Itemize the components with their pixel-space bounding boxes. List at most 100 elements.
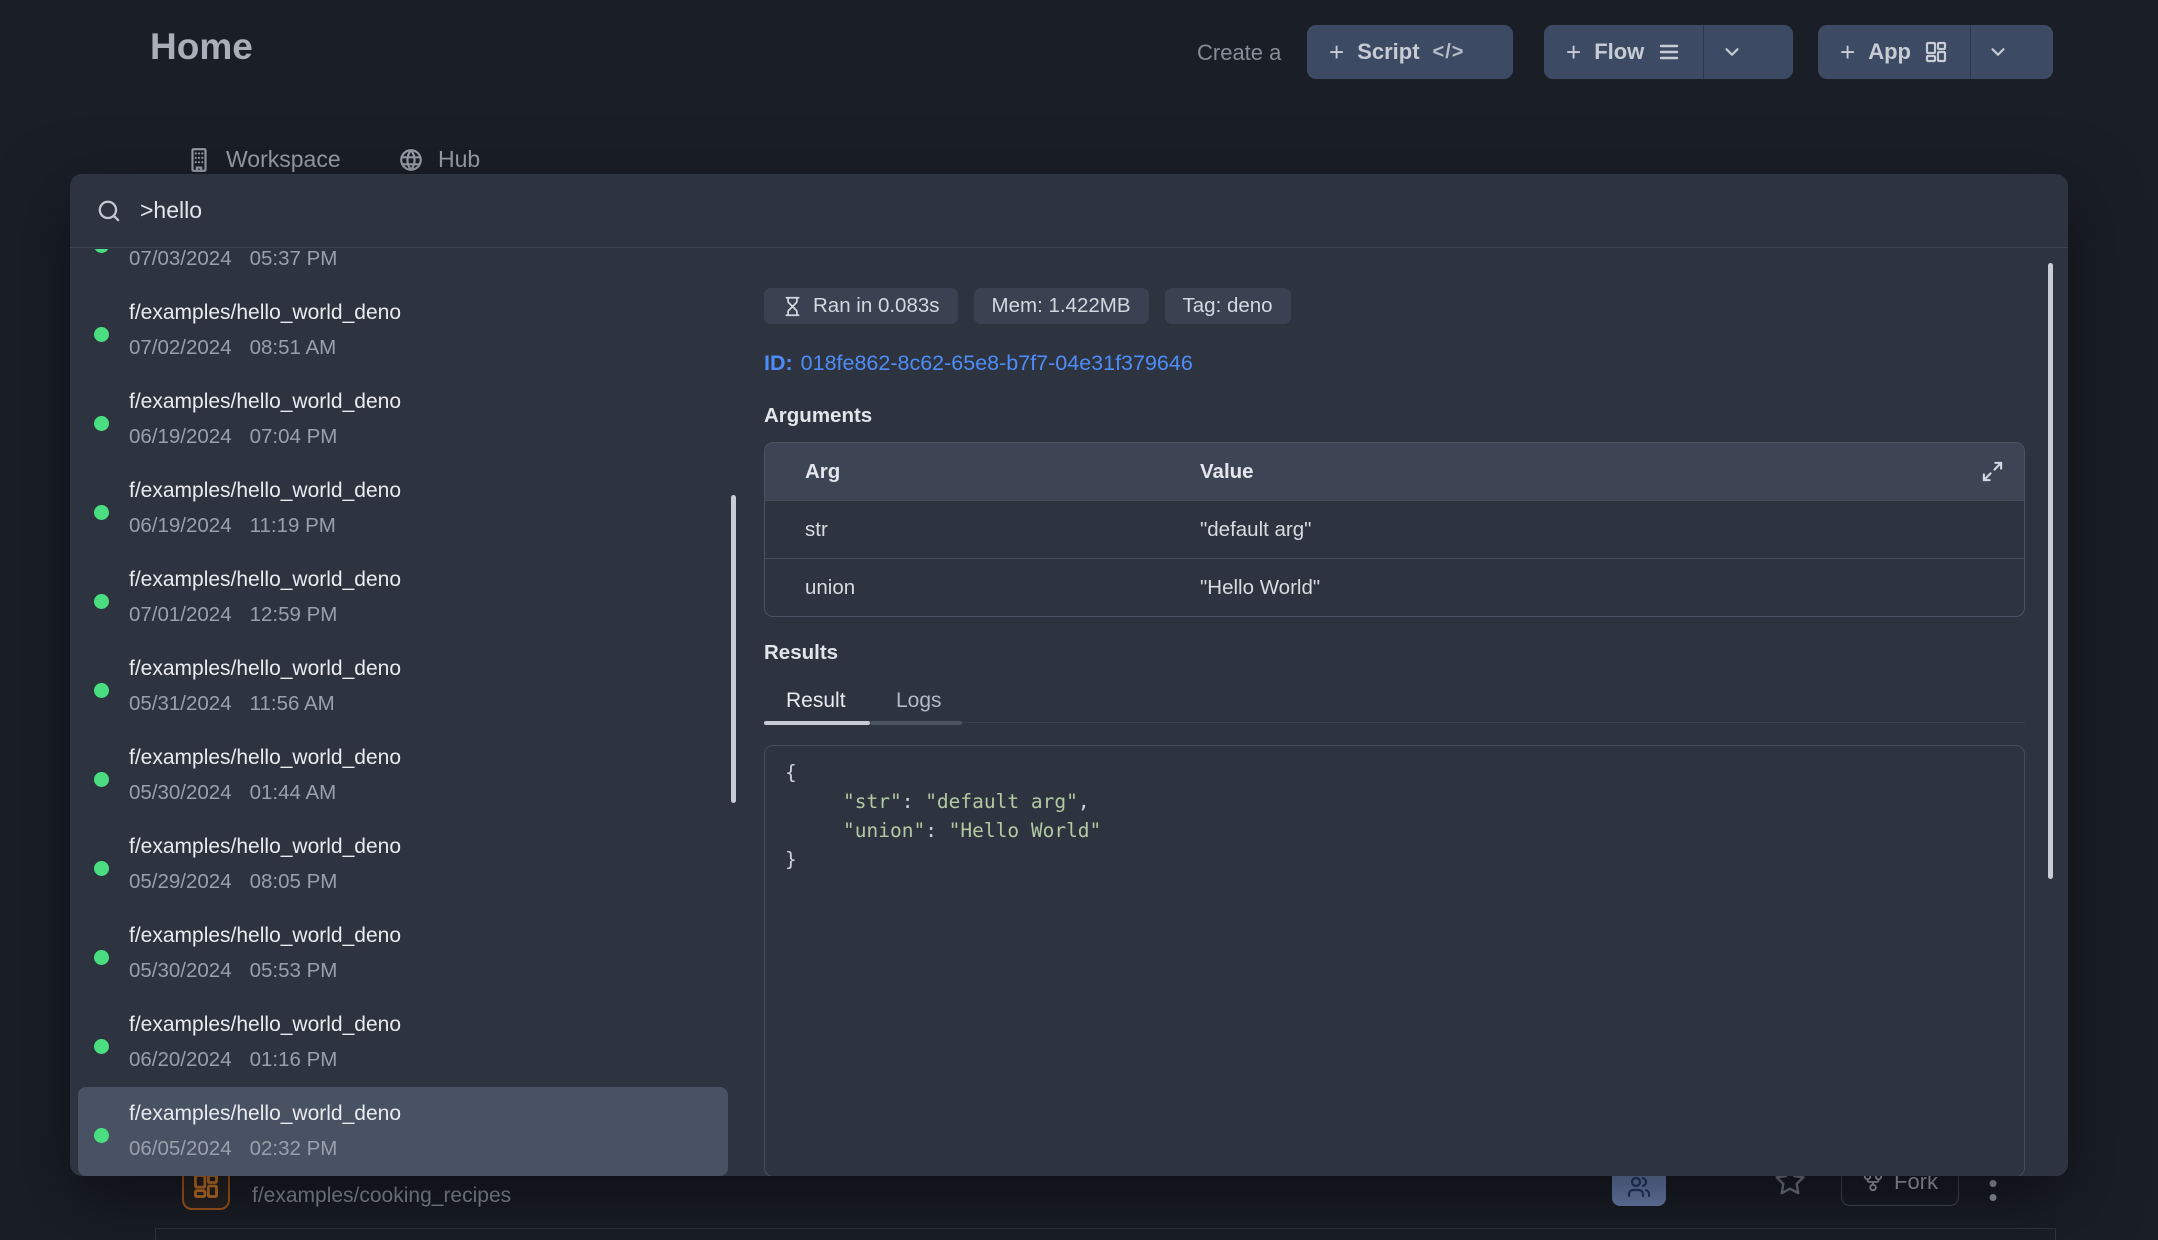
argument-name: str [765,518,1200,542]
run-timestamp: 05/31/202411:56 AM [129,690,401,717]
list-scrollbar[interactable] [731,495,736,803]
run-path: f/examples/hello_world_deno [129,744,401,771]
run-path: f/examples/hello_world_deno [129,299,401,326]
run-list-item[interactable]: f/examples/hello_world_deno 05/29/202408… [78,820,728,909]
create-flow-label: Flow [1594,39,1644,65]
success-dot-icon [94,249,109,253]
json-brace: } [785,848,797,871]
tab-logs[interactable]: Logs [896,689,942,713]
memory-badge: Mem: 1.422MB [974,288,1149,324]
run-path: f/examples/hello_world_deno [129,566,401,593]
app-path: f/examples/cooking_recipes [252,1184,511,1208]
tag-badge: Tag: deno [1165,288,1291,324]
search-icon [96,198,122,224]
results-tabs: Result Logs [764,685,2025,723]
run-list-item[interactable]: f/examples/hello_world_deno 07/03/202405… [78,249,728,286]
argument-row: str "default arg" [765,500,2024,558]
create-app-split: + App [1818,25,2053,79]
run-list-item[interactable]: f/examples/hello_world_deno 06/19/202411… [78,464,728,553]
run-timestamp: 06/05/202402:32 PM [129,1135,401,1162]
run-list-item[interactable]: f/examples/hello_world_deno 06/20/202401… [78,998,728,1087]
run-path: f/examples/hello_world_deno [129,477,401,504]
run-list-item[interactable]: f/examples/hello_world_deno 07/02/202408… [78,286,728,375]
create-flow-split: + Flow [1544,25,1793,79]
success-dot-icon [94,327,109,342]
duration-badge: Ran in 0.083s [764,288,958,324]
run-list-item[interactable]: f/examples/hello_world_deno 05/30/202401… [78,731,728,820]
success-dot-icon [94,505,109,520]
run-list-item[interactable]: f/examples/hello_world_deno 07/01/202412… [78,553,728,642]
create-flow-button[interactable]: + Flow [1544,25,1703,79]
success-dot-icon [94,1039,109,1054]
tab-hub-label: Hub [438,146,480,173]
palette-body: f/examples/hello_world_deno 07/03/202405… [70,249,2068,1176]
create-a-label: Create a [1197,40,1281,66]
results-heading: Results [764,641,2025,665]
json-key: "str" [843,790,902,813]
success-dot-icon [94,683,109,698]
maximize-icon [1981,460,2004,483]
json-comma: , [1078,790,1090,813]
run-timestamp: 05/30/202405:53 PM [129,957,401,984]
run-timestamp: 06/20/202401:16 PM [129,1046,401,1073]
hourglass-icon [782,296,803,317]
tab-result[interactable]: Result [786,689,846,713]
app-dropdown-button[interactable] [1970,25,2026,79]
tab-workspace[interactable]: Workspace [186,146,341,173]
success-dot-icon [94,950,109,965]
run-path: f/examples/hello_world_deno [129,655,401,682]
search-input[interactable] [140,197,2042,224]
success-dot-icon [94,772,109,787]
argument-name: union [765,576,1200,600]
table-left-edge [155,1228,156,1240]
run-path: f/examples/hello_world_deno [129,833,401,860]
arguments-table: Arg Value str "default arg" union [764,442,2025,617]
col-header-arg: Arg [765,460,1200,484]
run-timestamp: 07/03/202405:37 PM [129,249,401,272]
result-json-viewer[interactable]: { "str": "default arg", "union": "Hello … [764,745,2025,1176]
run-path: f/examples/hello_world_deno [129,1011,401,1038]
plus-icon: + [1566,39,1581,65]
arguments-heading: Arguments [764,404,2025,428]
create-script-label: Script [1357,39,1419,65]
run-history-list: f/examples/hello_world_deno 07/03/202405… [70,249,742,1176]
run-timestamp: 06/19/202411:19 PM [129,512,401,539]
run-id-label: ID: [764,351,793,375]
run-path: f/examples/hello_world_deno [129,1100,401,1127]
run-list-item[interactable]: f/examples/hello_world_deno 05/30/202405… [78,909,728,998]
tab-workspace-label: Workspace [226,146,341,173]
code-icon: </> [1433,41,1465,64]
success-dot-icon [94,861,109,876]
json-brace: { [785,761,797,784]
chevron-down-icon [1987,41,2009,63]
page-title: Home [150,26,253,68]
create-app-button[interactable]: + App [1818,25,1970,79]
json-value: "Hello World" [949,819,1102,842]
run-timestamp: 06/19/202407:04 PM [129,423,401,450]
run-list-item-selected[interactable]: f/examples/hello_world_deno 06/05/202402… [78,1087,728,1176]
run-timestamp: 07/01/202412:59 PM [129,601,401,628]
json-value: "default arg" [925,790,1078,813]
run-path: f/examples/hello_world_deno [129,388,401,415]
tab-hub[interactable]: Hub [398,146,480,173]
json-colon: : [925,819,948,842]
run-timestamp: 07/02/202408:51 AM [129,334,401,361]
table-right-edge [2055,1228,2056,1240]
json-key: "union" [843,819,925,842]
run-list-item[interactable]: f/examples/hello_world_deno 05/31/202411… [78,642,728,731]
flow-dropdown-button[interactable] [1703,25,1759,79]
dashboard-icon [192,1172,220,1200]
json-colon: : [902,790,925,813]
details-scrollbar[interactable] [2048,263,2053,879]
run-timestamp: 05/29/202408:05 PM [129,868,401,895]
run-list-item[interactable]: f/examples/hello_world_deno 06/19/202407… [78,375,728,464]
run-details-panel: Ran in 0.083s Mem: 1.422MB Tag: deno ID:… [764,249,2025,1176]
command-search-bar [70,174,2068,248]
create-script-button[interactable]: + Script </> [1307,25,1486,79]
arguments-table-header: Arg Value [765,443,2024,500]
success-dot-icon [94,1128,109,1143]
run-id-value[interactable]: 018fe862-8c62-65e8-b7f7-04e31f379646 [801,351,1193,375]
duration-badge-label: Ran in 0.083s [813,294,940,318]
expand-table-button[interactable] [1981,460,2004,483]
success-dot-icon [94,594,109,609]
